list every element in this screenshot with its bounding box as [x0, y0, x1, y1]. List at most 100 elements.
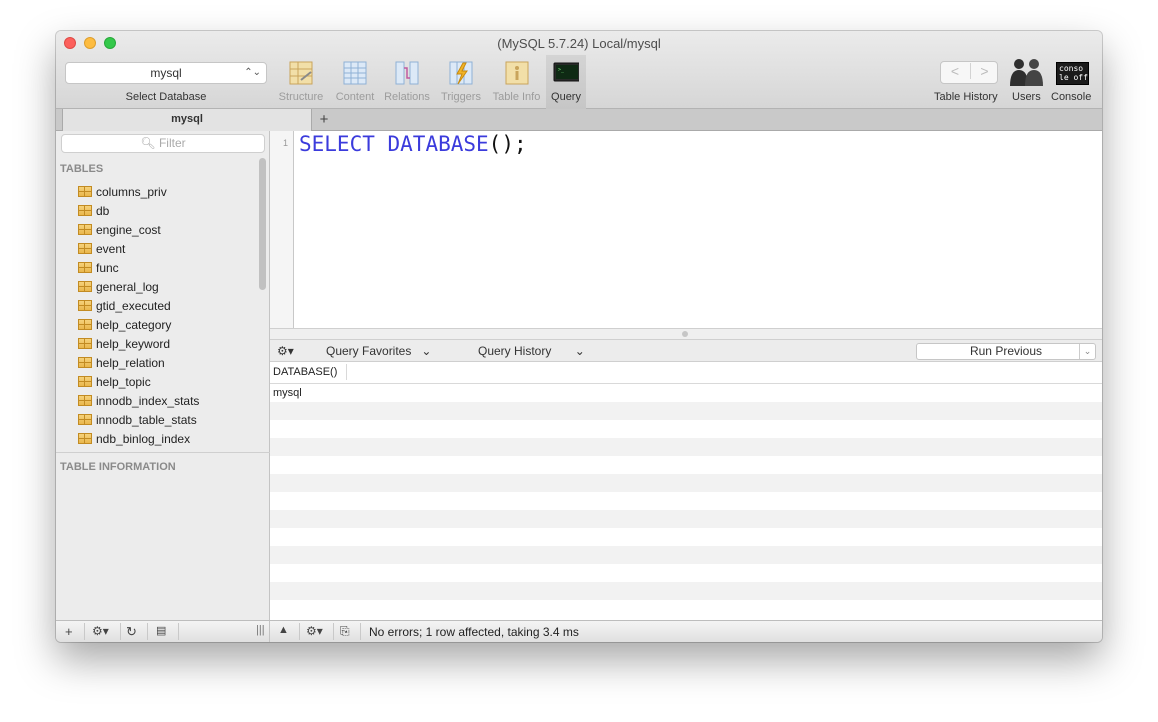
table-item[interactable]: innodb_table_stats	[78, 410, 258, 429]
table-item[interactable]: general_log	[78, 277, 258, 296]
table-icon	[78, 433, 92, 444]
table-item[interactable]: gtid_executed	[78, 296, 258, 315]
table-icon	[78, 224, 92, 235]
structure-label: Structure	[278, 91, 324, 103]
sql-keyword-database: DATABASE	[387, 132, 489, 156]
relations-icon	[395, 61, 419, 85]
table-icon	[78, 319, 92, 330]
status-message: No errors; 1 row affected, taking 3.4 ms	[369, 625, 579, 639]
divider	[120, 623, 121, 640]
app-window: (MySQL 5.7.24) Local/mysql mysql ⌃⌄ Sele…	[56, 31, 1102, 642]
table-icon	[78, 338, 92, 349]
column-header[interactable]: DATABASE()	[273, 366, 337, 378]
database-select[interactable]: mysql ⌃⌄	[65, 62, 267, 84]
filter-input[interactable]: 🔍︎ Filter	[61, 134, 265, 153]
triggers-icon	[449, 61, 473, 85]
history-back-button[interactable]: <	[941, 63, 969, 79]
table-history-label: Table History	[934, 91, 998, 103]
history-forward-button[interactable]: >	[970, 63, 998, 79]
tables-header: TABLES	[60, 163, 104, 175]
divider	[299, 623, 300, 640]
line-number: 1	[282, 138, 288, 148]
divider	[178, 623, 179, 640]
query-tool-button[interactable]: >_ Query	[546, 55, 586, 109]
console-icon[interactable]: conso le off	[1056, 62, 1089, 85]
table-item[interactable]: help_keyword	[78, 334, 258, 353]
table-item[interactable]: columns_priv	[78, 182, 258, 201]
run-previous-button[interactable]: Run Previous ⌄	[916, 343, 1096, 360]
table-icon	[78, 357, 92, 368]
results-header: DATABASE()	[270, 362, 1102, 384]
users-icon[interactable]	[1009, 57, 1045, 87]
table-icon	[78, 300, 92, 311]
table-icon	[78, 376, 92, 387]
empty-row	[270, 582, 1102, 600]
tab-bar: mysql +	[56, 109, 1102, 131]
users-label: Users	[1012, 91, 1041, 103]
filter-placeholder: Filter	[158, 136, 186, 150]
relations-tool-button[interactable]: Relations	[382, 60, 432, 103]
empty-row	[270, 528, 1102, 546]
query-editor[interactable]: 1 SELECT DATABASE();	[270, 131, 1102, 328]
table-info-icon	[505, 61, 528, 85]
console-badge-text: conso le off	[1059, 64, 1088, 82]
empty-row	[270, 456, 1102, 474]
filter-toggle-icon[interactable]: ▤	[156, 624, 166, 637]
add-table-icon[interactable]: +	[65, 624, 73, 639]
table-item[interactable]: db	[78, 201, 258, 220]
structure-icon	[289, 61, 313, 85]
results-table: DATABASE() mysql	[270, 362, 1102, 620]
table-row[interactable]: mysql	[270, 384, 1102, 402]
splitter-handle[interactable]	[682, 331, 688, 337]
query-bar: ⚙▾ Query Favorites ⌄ Query History ⌄ Run…	[270, 340, 1102, 362]
table-icon	[78, 395, 92, 406]
content-tool-button[interactable]: Content	[332, 60, 378, 103]
query-favorites-menu[interactable]: Query Favorites ⌄	[326, 344, 431, 358]
sidebar-scrollbar[interactable]	[259, 158, 266, 290]
table-item[interactable]: engine_cost	[78, 220, 258, 239]
gear-menu-icon[interactable]: ⚙▾	[306, 624, 323, 638]
content-icon	[343, 61, 367, 85]
chevron-down-icon: ⌄	[574, 344, 585, 358]
table-item[interactable]: innodb_index_stats	[78, 391, 258, 410]
triggers-label: Triggers	[441, 91, 481, 103]
query-gear-menu-icon[interactable]: ⚙▾	[277, 344, 294, 358]
divider	[84, 623, 85, 640]
resize-grip-icon[interactable]: |||	[256, 624, 265, 636]
table-info-tool-button[interactable]: Table Info	[489, 60, 544, 103]
relations-label: Relations	[384, 91, 430, 103]
table-info-label: Table Info	[492, 91, 541, 103]
structure-tool-button[interactable]: Structure	[274, 60, 328, 103]
table-icon	[78, 186, 92, 197]
column-divider	[346, 364, 347, 380]
table-icon	[78, 205, 92, 216]
tab-mysql[interactable]: mysql	[62, 109, 312, 131]
toolbar: (MySQL 5.7.24) Local/mysql mysql ⌃⌄ Sele…	[56, 31, 1102, 109]
toggle-panel-icon[interactable]: ▲	[278, 624, 289, 636]
table-history-nav: < >	[940, 61, 998, 84]
sql-keyword-select: SELECT	[299, 132, 375, 156]
editor-results-splitter[interactable]	[270, 328, 1102, 340]
empty-row	[270, 546, 1102, 564]
table-item[interactable]: help_topic	[78, 372, 258, 391]
gear-menu-icon[interactable]: ⚙▾	[92, 624, 109, 638]
sql-code: SELECT DATABASE();	[299, 132, 527, 156]
window-title: (MySQL 5.7.24) Local/mysql	[497, 36, 661, 51]
run-dropdown-icon[interactable]: ⌄	[1079, 344, 1095, 359]
add-tab-button[interactable]: +	[314, 109, 334, 131]
table-item[interactable]: help_relation	[78, 353, 258, 372]
table-item[interactable]: help_category	[78, 315, 258, 334]
table-item[interactable]: ndb_binlog_index	[78, 429, 258, 448]
table-icon	[78, 262, 92, 273]
table-item[interactable]: func	[78, 258, 258, 277]
table-information-header: TABLE INFORMATION	[60, 461, 176, 473]
select-arrows-icon: ⌃⌄	[244, 67, 261, 78]
sidebar-divider	[56, 452, 270, 453]
copy-results-icon[interactable]: ⎘	[340, 624, 350, 639]
sidebar: 🔍︎ Filter TABLES columns_priv db engine_…	[56, 131, 270, 620]
table-item[interactable]: event	[78, 239, 258, 258]
refresh-icon[interactable]: ↻	[126, 624, 137, 640]
query-history-menu[interactable]: Query History ⌄	[478, 344, 585, 358]
triggers-tool-button[interactable]: Triggers	[437, 60, 485, 103]
content-label: Content	[335, 91, 375, 103]
